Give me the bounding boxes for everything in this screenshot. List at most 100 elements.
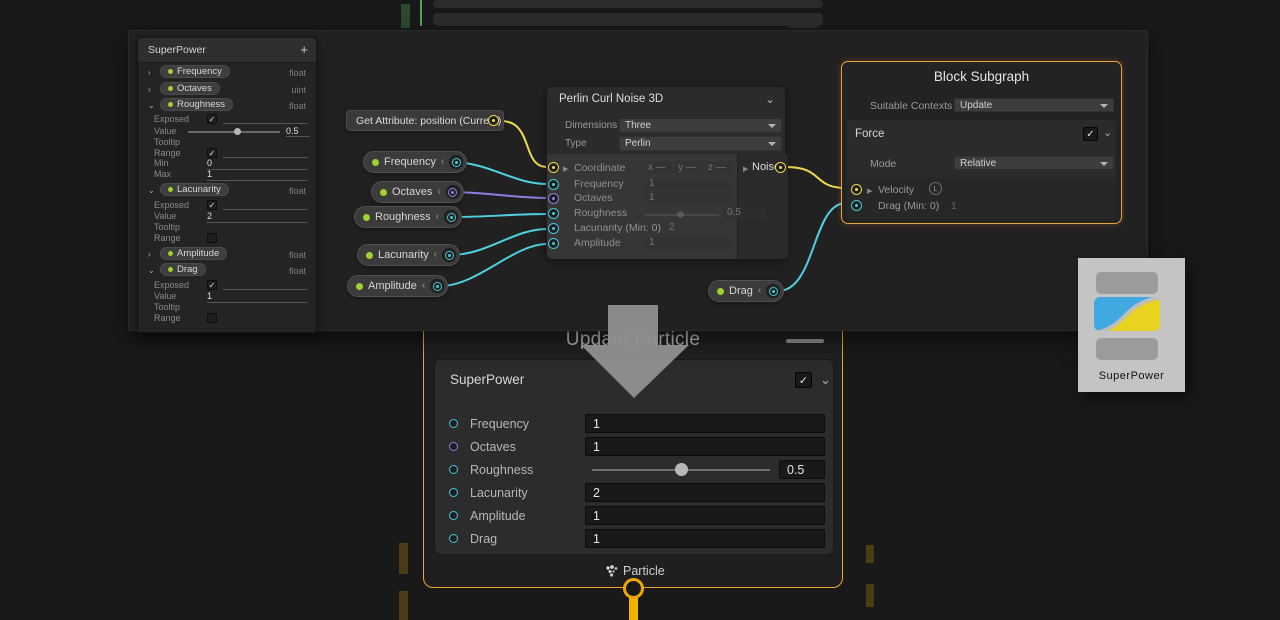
range-checkbox[interactable]	[207, 233, 217, 243]
coordinate-x-field[interactable]: x —	[645, 162, 672, 174]
param-node-octaves[interactable]: Octaves ‹	[371, 181, 464, 203]
block-enabled-checkbox[interactable]: ✓	[795, 372, 812, 388]
exposed-checkbox[interactable]: ✓	[207, 114, 217, 124]
output-port-yellow-icon[interactable]	[488, 115, 499, 126]
perlin-curl-noise-node[interactable]: Perlin Curl Noise 3D ⌄ Dimensions Three …	[546, 86, 786, 259]
port-wrap[interactable]	[446, 185, 460, 199]
chevron-right-icon[interactable]: ›	[148, 85, 151, 94]
input-port-yellow-icon[interactable]	[548, 162, 559, 173]
bb-property-frequency[interactable]: › Frequency float	[138, 65, 316, 79]
input-port-cyan-icon[interactable]	[548, 238, 559, 249]
dimensions-dropdown[interactable]: Three	[619, 118, 782, 133]
drag-input-field[interactable]: 1	[951, 201, 957, 212]
blackboard-panel[interactable]: SuperPower + › Frequency float › Octaves…	[137, 37, 317, 333]
input-port-purple-icon[interactable]	[548, 193, 559, 204]
output-port-cyan-icon[interactable]	[447, 213, 456, 222]
suitable-contexts-dropdown[interactable]: Update	[954, 98, 1114, 112]
output-port-cyan-icon[interactable]	[433, 282, 442, 291]
octaves-field[interactable]: 1	[585, 437, 825, 456]
context-header-handle[interactable]	[786, 339, 824, 343]
collapse-icon[interactable]: ‹	[437, 187, 440, 197]
bb-property-amplitude[interactable]: › Amplitude float	[138, 247, 316, 261]
chevron-down-icon[interactable]: ⌄	[1103, 126, 1112, 139]
mini-slider-handle[interactable]	[234, 128, 241, 135]
roughness-input-field[interactable]: 0.5	[723, 207, 765, 220]
roughness-field[interactable]: 0.5	[779, 460, 825, 479]
output-port-cyan-icon[interactable]	[445, 251, 454, 260]
chevron-down-icon[interactable]: ⌄	[820, 372, 831, 388]
chevron-down-icon[interactable]: ⌄	[148, 186, 155, 195]
force-enabled-checkbox[interactable]: ✓	[1083, 127, 1098, 141]
input-port-cyan-icon[interactable]	[548, 179, 559, 190]
blackboard-header[interactable]: SuperPower +	[138, 38, 316, 63]
port-wrap[interactable]	[449, 155, 463, 169]
block-subgraph-panel[interactable]: Block Subgraph Suitable Contexts Update …	[841, 61, 1122, 224]
type-dropdown[interactable]: Perlin	[619, 136, 782, 151]
subgraph-editor-canvas[interactable]: SuperPower + › Frequency float › Octaves…	[128, 30, 1148, 331]
coordinate-z-field[interactable]: z —	[705, 162, 732, 174]
param-node-amplitude[interactable]: Amplitude ‹	[347, 275, 448, 297]
superpower-asset-card[interactable]: SuperPower	[1078, 258, 1185, 392]
add-property-button[interactable]: +	[300, 42, 308, 57]
input-port-cyan-icon[interactable]	[548, 223, 559, 234]
chevron-down-icon[interactable]: ⌄	[765, 92, 775, 106]
amplitude-field[interactable]: 1	[585, 506, 825, 525]
amplitude-input-field[interactable]: 1	[645, 237, 731, 250]
chevron-right-icon[interactable]: ›	[148, 250, 151, 259]
collapse-icon[interactable]: ‹	[434, 250, 437, 260]
bb-property-drag[interactable]: ⌄ Drag float	[138, 263, 316, 277]
bb-property-lacunarity[interactable]: ⌄ Lacunarity float	[138, 183, 316, 197]
octaves-input-field[interactable]: 1	[645, 192, 731, 205]
property-pill[interactable]: Lacunarity	[160, 183, 229, 196]
chevron-right-icon[interactable]: ›	[148, 68, 151, 77]
exposed-checkbox[interactable]: ✓	[207, 200, 217, 210]
param-node-lacunarity[interactable]: Lacunarity ‹	[357, 244, 460, 266]
input-port-cyan-icon[interactable]	[548, 208, 559, 219]
lacunarity-input-field[interactable]: 2	[669, 222, 675, 233]
input-port-cyan-icon[interactable]	[449, 465, 458, 474]
property-pill[interactable]: Amplitude	[160, 247, 227, 260]
input-port-purple-icon[interactable]	[449, 442, 458, 451]
collapse-icon[interactable]: ‹	[758, 286, 761, 296]
input-port-cyan-icon[interactable]	[449, 488, 458, 497]
expand-arrow-icon[interactable]: ▶	[867, 187, 872, 195]
mini-slider-handle[interactable]	[677, 211, 684, 218]
frequency-field[interactable]: 1	[585, 414, 825, 433]
range-checkbox[interactable]: ✓	[207, 148, 217, 158]
lacunarity-field[interactable]: 2	[585, 483, 825, 502]
chevron-down-icon[interactable]: ⌄	[148, 266, 155, 275]
port-wrap[interactable]	[444, 210, 458, 224]
property-pill[interactable]: Drag	[160, 263, 206, 276]
property-pill[interactable]: Roughness	[160, 98, 233, 111]
property-pill[interactable]: Octaves	[160, 82, 220, 95]
collapse-icon[interactable]: ‹	[436, 212, 439, 222]
param-node-frequency[interactable]: Frequency ‹	[363, 151, 467, 173]
bb-property-octaves[interactable]: › Octaves uint	[138, 82, 316, 96]
drag-port-cyan-icon[interactable]	[851, 200, 862, 211]
flow-anchor[interactable]	[623, 578, 644, 599]
property-pill[interactable]: Frequency	[160, 65, 230, 78]
drag-field[interactable]: 1	[585, 529, 825, 548]
port-wrap[interactable]	[766, 284, 780, 298]
max-field[interactable]: 1	[207, 169, 308, 181]
port-wrap[interactable]	[442, 248, 456, 262]
output-port-cyan-icon[interactable]	[769, 287, 778, 296]
velocity-port-yellow-icon[interactable]	[851, 184, 862, 195]
frequency-input-field[interactable]: 1	[645, 178, 731, 191]
input-port-cyan-icon[interactable]	[449, 534, 458, 543]
mode-dropdown[interactable]: Relative	[954, 156, 1114, 170]
exposed-checkbox[interactable]: ✓	[207, 280, 217, 290]
local-space-badge[interactable]: L	[929, 182, 942, 195]
coordinate-y-field[interactable]: y —	[675, 162, 702, 174]
collapse-icon[interactable]: ‹	[422, 281, 425, 291]
bb-property-roughness[interactable]: ⌄ Roughness float	[138, 98, 316, 112]
output-port-yellow-icon[interactable]	[775, 162, 786, 173]
output-port-cyan-icon[interactable]	[452, 158, 461, 167]
range-checkbox[interactable]	[207, 313, 217, 323]
roughness-slider-handle[interactable]	[675, 463, 688, 476]
chevron-down-icon[interactable]: ⌄	[148, 101, 155, 110]
get-attribute-node[interactable]: Get Attribute: position (Current)	[346, 110, 504, 131]
expand-arrow-icon[interactable]: ▶	[563, 165, 568, 173]
param-node-roughness[interactable]: Roughness ‹	[354, 206, 462, 228]
value-field[interactable]: 0.5	[286, 126, 310, 137]
